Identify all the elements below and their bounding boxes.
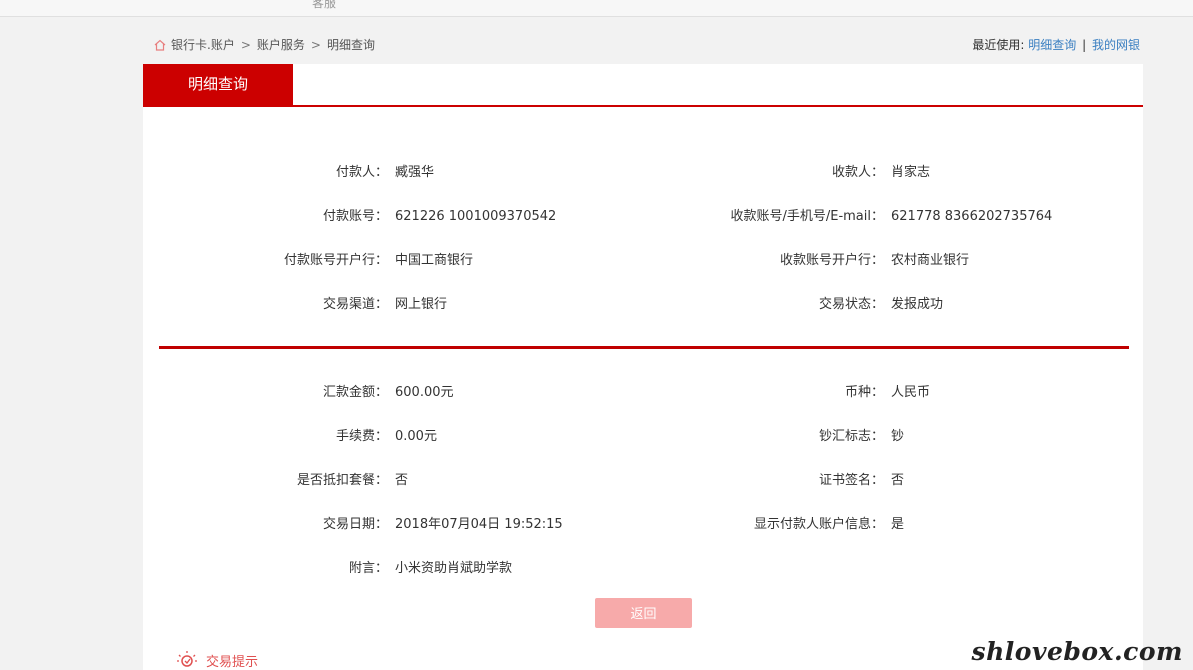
bank-row: 付款账号开户行： 中国工商银行 收款账号开户行： 农村商业银行 [143,251,1143,271]
package-value: 否 [395,473,409,488]
memo-value: 小米资助肖斌助学款 [395,561,513,576]
tab-row: 明细查询 [143,64,1143,107]
payer-bank-label: 付款账号开户行： [283,253,388,268]
amount-label: 汇款金额： [322,385,388,400]
status-label: 交易状态： [818,297,884,312]
recent-link-my-ebank[interactable]: 我的网银 [1092,38,1140,52]
payer-bank-value: 中国工商银行 [395,253,474,268]
fee-value: 0.00元 [395,429,437,444]
breadcrumb-item-detail: 明细查询 [326,38,375,52]
watermark: shlovebox.com [971,637,1183,666]
cash-flag-label: 钞汇标志： [818,429,884,444]
date-row: 交易日期： 2018年07月04日 19:52:15 显示付款人账户信息： 是 [143,515,1143,535]
lightbulb-icon [177,651,197,667]
memo-row: 附言： 小米资助肖斌助学款 [143,559,1143,579]
show-payer-value: 是 [891,517,905,532]
account-row: 付款账号： 621226 1001009370542 收款账号/手机号/E-ma… [143,207,1143,227]
payee-value: 肖家志 [891,165,931,180]
payer-account-value: 621226 1001009370542 [395,209,557,224]
cash-flag-value: 钞 [891,429,905,444]
breadcrumb-separator: > [240,37,251,52]
top-bar-cut-text: 客服 [312,0,337,10]
payee-bank-value: 农村商业银行 [891,253,970,268]
channel-label: 交易渠道： [322,297,388,312]
payer-row: 付款人： 臧强华 收款人： 肖家志 [143,163,1143,183]
payee-account-value: 621778 8366202735764 [891,209,1053,224]
show-payer-label: 显示付款人账户信息： [753,517,884,532]
payer-label: 付款人： [335,165,388,180]
memo-label: 附言： [348,561,388,576]
payee-account-label: 收款账号/手机号/E-mail： [730,209,884,224]
amount-row: 汇款金额： 600.00元 币种： 人民币 [143,383,1143,403]
cert-label: 证书签名： [818,473,884,488]
currency-value: 人民币 [891,385,931,400]
top-bar: 客服 [0,0,1193,17]
recent-divider: | [1082,38,1087,52]
amount-value: 600.00元 [395,385,454,400]
section-divider [159,346,1129,349]
tab-detail-query[interactable]: 明细查询 [143,64,293,105]
detail-panel: 明细查询 付款人： 臧强华 收款人： 肖家志 付款账号： 621226 1001… [143,64,1143,670]
status-value: 发报成功 [891,297,944,312]
fee-row: 手续费： 0.00元 钞汇标志： 钞 [143,427,1143,447]
payer-account-label: 付款账号： [322,209,388,224]
breadcrumb-separator: > [310,37,321,52]
payer-value: 臧强华 [395,165,435,180]
channel-row: 交易渠道： 网上银行 交易状态： 发报成功 [143,295,1143,315]
transaction-tips[interactable]: 交易提示 [176,650,258,670]
breadcrumb: 银行卡.账户 > 账户服务 > 明细查询 [153,36,375,53]
date-label: 交易日期： [322,517,388,532]
payee-label: 收款人： [831,165,884,180]
channel-value: 网上银行 [395,297,448,312]
payee-bank-label: 收款账号开户行： [779,253,884,268]
recent-link-detail-query[interactable]: 明细查询 [1028,38,1076,52]
home-icon[interactable] [153,38,167,52]
breadcrumb-item-services[interactable]: 账户服务 [257,36,305,53]
recent-label: 最近使用: [972,38,1025,52]
back-button[interactable]: 返回 [595,598,692,628]
breadcrumb-item-cards[interactable]: 银行卡.账户 [171,36,235,53]
package-row: 是否抵扣套餐： 否 证书签名： 否 [143,471,1143,491]
transaction-tips-label: 交易提示 [206,654,259,670]
recent-used: 最近使用: 明细查询 | 我的网银 [972,36,1140,53]
package-label: 是否抵扣套餐： [296,473,388,488]
cert-value: 否 [891,473,905,488]
currency-label: 币种： [844,385,884,400]
fee-label: 手续费： [335,429,388,444]
date-value: 2018年07月04日 19:52:15 [395,517,563,532]
